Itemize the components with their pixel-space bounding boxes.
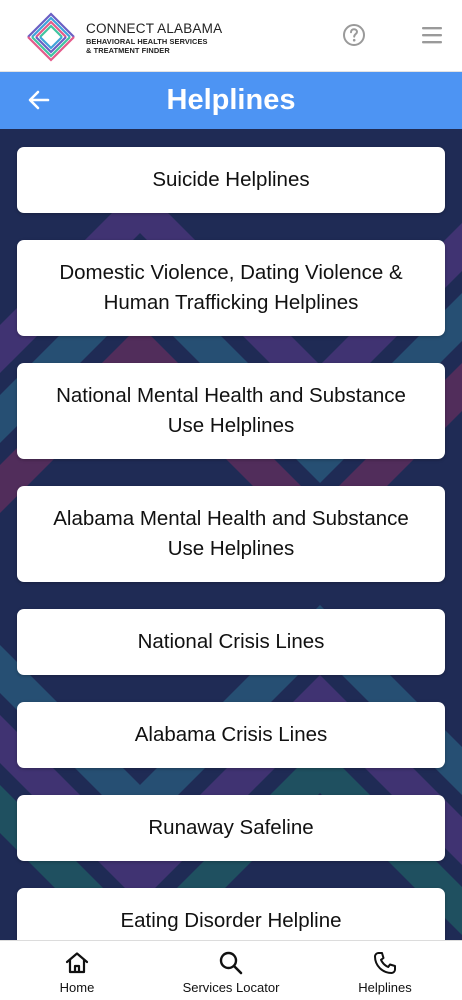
logo-subtitle-line-2: & TREATMENT FINDER [86, 45, 170, 55]
nav-item-helplines[interactable]: Helplines [345, 941, 425, 1000]
home-icon [65, 952, 89, 974]
helpline-card-alabama-mental-health[interactable]: Alabama Mental Health and Substance Use … [17, 486, 445, 582]
nav-item-home[interactable]: Home [47, 941, 107, 1000]
nav-label-helplines: Helplines [358, 980, 412, 995]
page-title-bar: Helplines [0, 72, 462, 129]
helpline-card-national-crisis[interactable]: National Crisis Lines [17, 609, 445, 675]
nav-label-home: Home [59, 980, 95, 995]
helpline-card-suicide[interactable]: Suicide Helplines [17, 147, 445, 213]
logo-title: CONNECT ALABAMA [86, 21, 223, 36]
helplines-list-area[interactable]: Suicide Helplines Domestic Violence, Dat… [0, 129, 462, 940]
helpline-card-domestic-violence[interactable]: Domestic Violence, Dating Violence & Hum… [17, 240, 445, 336]
search-icon [219, 951, 243, 975]
helpline-card-alabama-crisis[interactable]: Alabama Crisis Lines [17, 702, 445, 768]
logo-text: CONNECT ALABAMA BEHAVIORAL HEALTH SERVIC… [86, 22, 222, 54]
helpline-card-national-mental-health[interactable]: National Mental Health and Substance Use… [17, 363, 445, 459]
nav-item-services-locator[interactable]: Services Locator [171, 941, 291, 1000]
hamburger-icon[interactable] [420, 24, 444, 46]
connect-alabama-logo-icon[interactable] [22, 10, 80, 64]
page-title: Helplines [166, 84, 296, 116]
helpline-card-runaway-safeline[interactable]: Runaway Safeline [17, 795, 445, 861]
phone-icon [374, 952, 396, 974]
nav-label-services-locator: Services Locator [182, 980, 280, 995]
question-circle-icon[interactable] [342, 23, 366, 47]
helpline-card-eating-disorder[interactable]: Eating Disorder Helpline [17, 888, 445, 940]
logo-subtitle-line-1: BEHAVIORAL HEALTH SERVICES [86, 36, 208, 46]
top-app-bar: CONNECT ALABAMA BEHAVIORAL HEALTH SERVIC… [0, 0, 462, 72]
bottom-navigation: Home Services Locator Helplines [0, 940, 462, 1000]
